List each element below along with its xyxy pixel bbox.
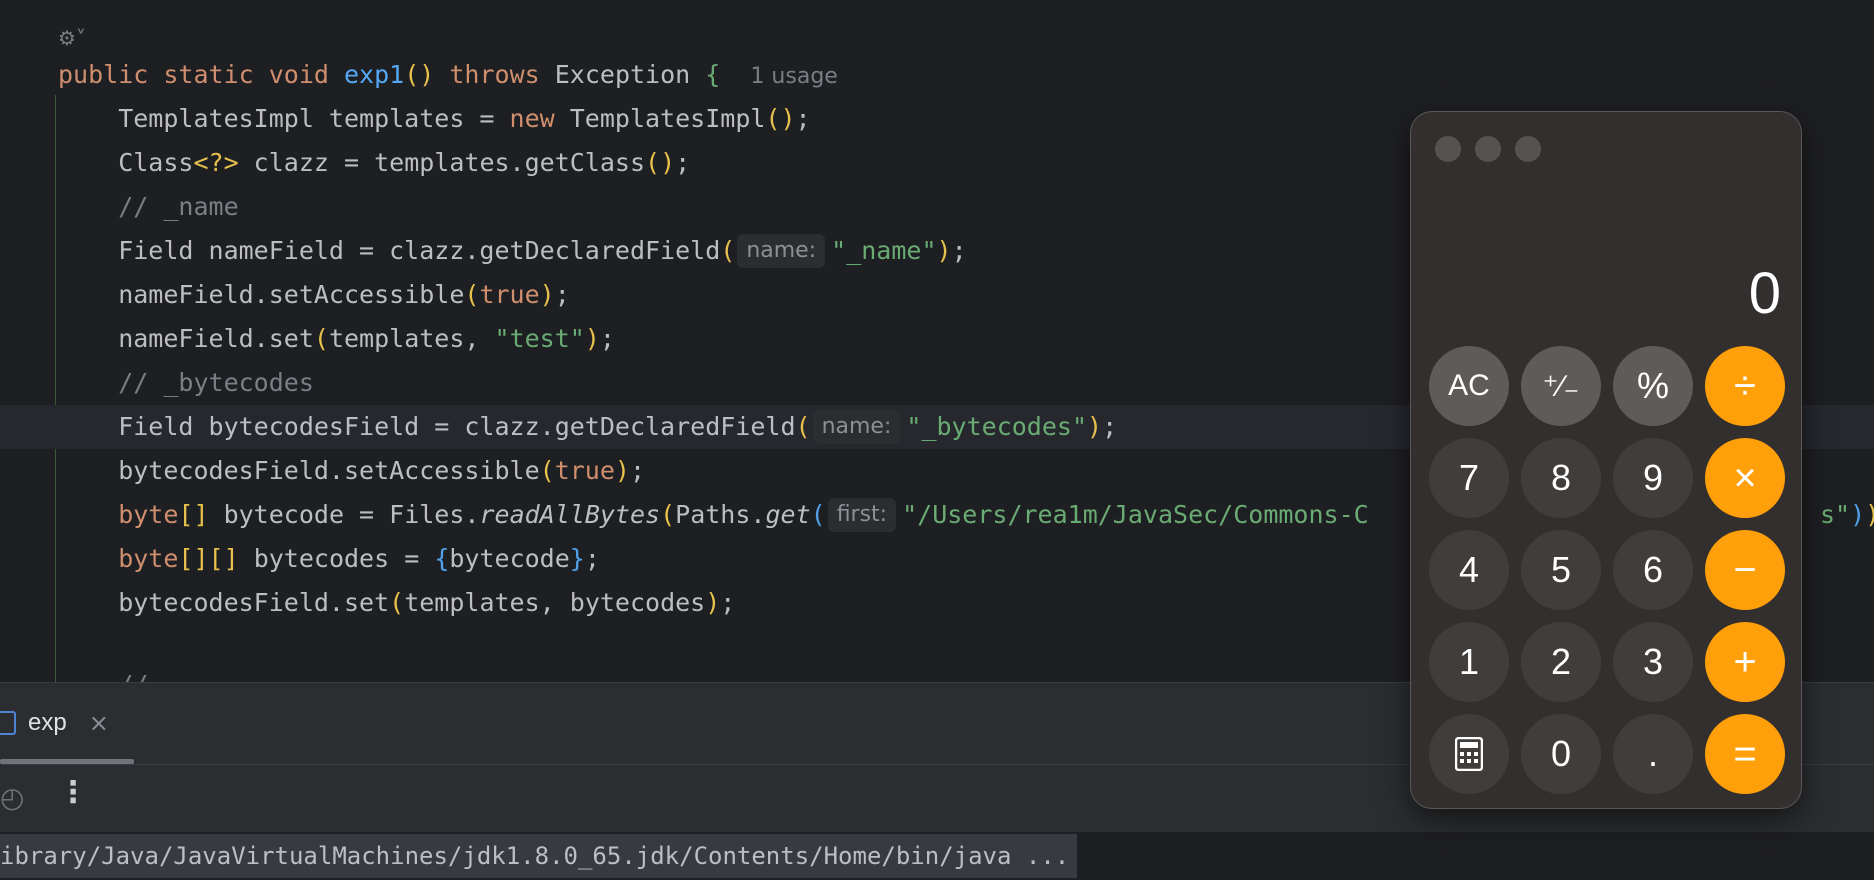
subtract-button[interactable]: − [1705,530,1785,610]
divide-button[interactable]: ÷ [1705,346,1785,426]
all-clear-button[interactable]: AC [1429,346,1509,426]
method-name: exp1 [343,60,405,89]
digit-2-button[interactable]: 2 [1521,622,1601,702]
keyword: public static void [58,60,344,89]
calculator-mode-button[interactable] [1429,714,1509,794]
digit-3-button[interactable]: 3 [1613,622,1693,702]
window-close-button[interactable] [1435,136,1461,162]
console-output[interactable]: ibrary/Java/JavaVirtualMachines/jdk1.8.0… [0,832,1874,880]
equals-button[interactable]: = [1705,714,1785,794]
parameter-hint: name: [737,234,826,268]
usage-hint[interactable]: 1 usage [750,64,837,89]
run-tab-label: exp [28,709,67,736]
calculator-display: 0 [1748,261,1781,326]
digit-1-button[interactable]: 1 [1429,622,1509,702]
digit-5-button[interactable]: 5 [1521,530,1601,610]
percent-button[interactable]: % [1613,346,1693,426]
run-tab-exp[interactable]: exp × [0,683,109,763]
close-icon[interactable]: × [89,709,109,737]
parameter-hint: name: [812,410,901,444]
ai-assistant-icon[interactable]: ⚙˅ [58,26,86,50]
decimal-point-button[interactable]: . [1613,714,1693,794]
digit-8-button[interactable]: 8 [1521,438,1601,518]
digit-6-button[interactable]: 6 [1613,530,1693,610]
comment: // _bytecodes [58,368,314,397]
toggle-sign-button[interactable]: ⁺∕₋ [1521,346,1601,426]
comment: // _name [58,192,239,221]
parameter-hint: first: [827,498,897,532]
calculator-icon [1455,737,1483,771]
digit-9-button[interactable]: 9 [1613,438,1693,518]
digit-7-button[interactable]: 7 [1429,438,1509,518]
code-line-1[interactable]: public static void exp1() throws Excepti… [0,53,1874,97]
window-minimize-button[interactable] [1475,136,1501,162]
multiply-button[interactable]: × [1705,438,1785,518]
calculator-window[interactable]: 0 AC ⁺∕₋ % ÷ 7 8 9 × 4 5 6 − 1 2 3 + 0 .… [1410,111,1802,809]
add-button[interactable]: + [1705,622,1785,702]
digit-0-button[interactable]: 0 [1521,714,1601,794]
window-zoom-button[interactable] [1515,136,1541,162]
console-command-line[interactable]: ibrary/Java/JavaVirtualMachines/jdk1.8.0… [0,834,1078,878]
more-options-icon[interactable]: ⋮ [58,775,88,810]
run-config-icon [0,711,16,735]
digit-4-button[interactable]: 4 [1429,530,1509,610]
profiler-gauge-icon[interactable]: ◴ [0,781,24,814]
